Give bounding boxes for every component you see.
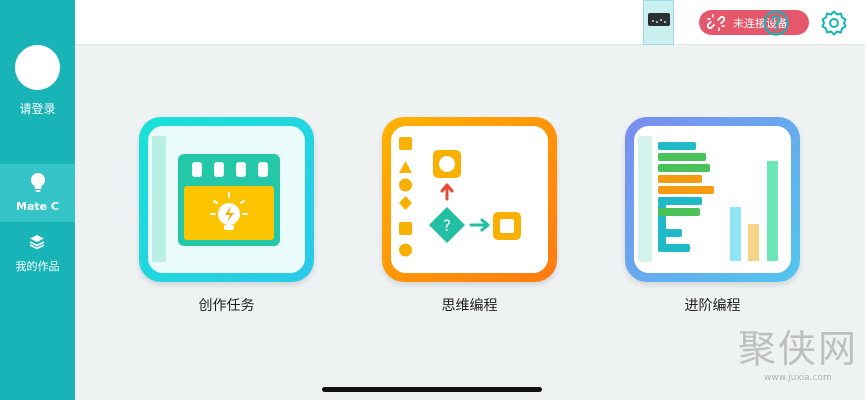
sidebar: 请登录 Mate C 我的作品	[0, 0, 75, 400]
help-icon	[763, 10, 789, 36]
sidebar-item-my-works[interactable]: 我的作品	[0, 228, 75, 286]
creation-task-thumbnail	[139, 117, 314, 282]
sidebar-item-mate-c[interactable]: Mate C	[0, 164, 75, 222]
help-button[interactable]	[762, 9, 790, 37]
device-button[interactable]	[643, 0, 674, 45]
code-blocks-icon	[634, 126, 791, 273]
login-label[interactable]: 请登录	[0, 100, 75, 117]
flowchart-icon: ?	[391, 126, 548, 273]
card-advanced-programming[interactable]	[625, 117, 800, 282]
unlink-icon	[707, 14, 725, 31]
advanced-programming-thumbnail	[625, 117, 800, 282]
sidebar-item-label: Mate C	[16, 200, 59, 213]
watermark: 聚侠网 www.juxia.com	[738, 318, 858, 388]
watermark-text: 聚侠网	[738, 327, 859, 371]
card-label-creation-task[interactable]: 创作任务	[139, 295, 314, 315]
settings-gear-icon	[821, 10, 847, 36]
svg-text:?: ?	[443, 216, 452, 235]
device-screen-icon	[648, 13, 670, 26]
connection-status-button[interactable]: 未连接设备	[699, 10, 809, 35]
sidebar-item-label: 我的作品	[15, 260, 60, 273]
top-bar: 未连接设备	[75, 0, 865, 45]
avatar[interactable]	[15, 45, 60, 90]
layers-icon	[29, 235, 45, 250]
lightbulb-icon	[31, 173, 45, 192]
card-creation-task[interactable]	[139, 117, 314, 282]
card-label-advanced-programming[interactable]: 进阶编程	[625, 295, 800, 315]
card-thinking-programming[interactable]: ?	[382, 117, 557, 282]
thinking-programming-thumbnail: ?	[382, 117, 557, 282]
settings-button[interactable]	[820, 9, 848, 37]
lightbulb-panel-icon	[148, 126, 305, 273]
watermark-url: www.juxia.com	[764, 373, 832, 383]
home-indicator[interactable]	[322, 387, 542, 392]
card-label-thinking-programming[interactable]: 思维编程	[382, 295, 557, 315]
